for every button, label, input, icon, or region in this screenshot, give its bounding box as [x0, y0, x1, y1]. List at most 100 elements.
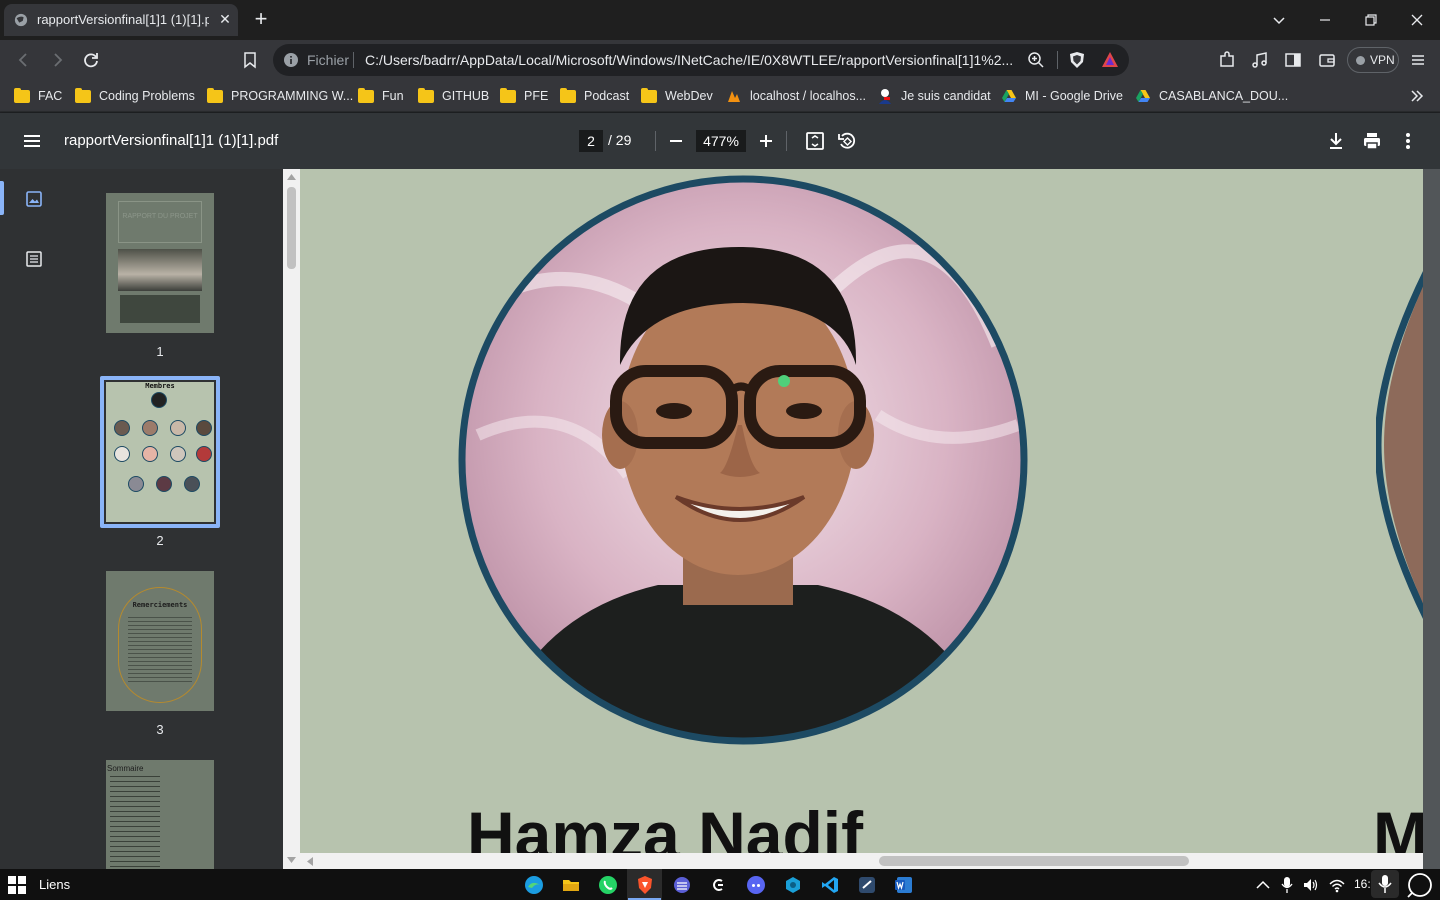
app-icon[interactable] — [672, 875, 692, 895]
restore-icon[interactable] — [1359, 8, 1383, 32]
file-explorer-icon[interactable] — [561, 875, 581, 895]
bookmark-label: Podcast — [584, 89, 630, 103]
close-icon[interactable]: ✕ — [216, 10, 234, 28]
brave-rewards-icon[interactable] — [1100, 50, 1120, 70]
rotate-icon[interactable] — [836, 130, 858, 152]
horizontal-scrollbar[interactable] — [300, 853, 1423, 869]
bookmarks-bar: FAC Coding Problems PROGRAMMING W... Fun… — [0, 80, 1440, 112]
bookmark-fun[interactable]: Fun — [358, 86, 404, 106]
wallet-icon[interactable] — [1315, 48, 1339, 72]
bookmark-icon[interactable] — [238, 48, 262, 72]
bookmark-github[interactable]: GITHUB — [418, 86, 489, 106]
volume-icon[interactable] — [1302, 876, 1320, 894]
url-text[interactable]: C:/Users/badrr/AppData/Local/Microsoft/W… — [365, 52, 1015, 68]
page-number-input[interactable]: 2 — [579, 130, 603, 152]
more-actions-icon[interactable] — [1397, 130, 1419, 152]
microphone-icon[interactable] — [1280, 876, 1294, 894]
brave-shield-icon[interactable] — [1067, 50, 1087, 70]
minimize-icon[interactable] — [1313, 8, 1337, 32]
bookmark-podcast[interactable]: Podcast — [560, 86, 629, 106]
page-thumbnail-2[interactable]: Membres — [106, 382, 214, 522]
vscode-icon[interactable] — [820, 875, 840, 895]
page-thumbnail-3[interactable]: Remerciements — [106, 571, 214, 711]
bookmark-label: MI - Google Drive — [1025, 89, 1123, 103]
new-tab-button[interactable]: + — [250, 8, 272, 30]
bookmark-label: Je suis candidat — [901, 89, 991, 103]
address-bar[interactable]: Fichier C:/Users/badrr/AppData/Local/Mic… — [273, 44, 1129, 76]
more-bookmarks-icon[interactable] — [1408, 88, 1426, 104]
zoom-level-input[interactable]: 477% — [696, 130, 746, 152]
print-icon[interactable] — [1361, 130, 1383, 152]
windows-taskbar: Liens 16: — [0, 869, 1440, 900]
zoom-out-icon[interactable] — [666, 131, 686, 151]
menu-icon[interactable] — [1406, 48, 1430, 72]
bookmark-google-drive[interactable]: MI - Google Drive — [1001, 86, 1123, 106]
member-photo — [458, 175, 1028, 745]
app-icon[interactable] — [857, 875, 877, 895]
thumbnail-title: Remerciements — [132, 601, 188, 609]
notifications-icon[interactable] — [1406, 871, 1434, 899]
bookmark-fac[interactable]: FAC — [14, 86, 62, 106]
thumbnail-text-lines — [110, 776, 160, 869]
thumbnail-image — [118, 249, 202, 291]
app-icon[interactable] — [709, 875, 729, 895]
tab-title: rapportVersionfinal[1]1 (1)[1].pdf — [37, 12, 209, 27]
chevron-down-icon[interactable] — [1267, 8, 1291, 32]
bookmark-pfe[interactable]: PFE — [500, 86, 548, 106]
bookmark-coding-problems[interactable]: Coding Problems — [75, 86, 195, 106]
thumbnail-page-number: 2 — [156, 533, 164, 548]
page-thumbnail-1[interactable]: RAPPORT DU PROJET — [106, 193, 214, 333]
hamburger-menu-icon[interactable] — [20, 129, 44, 153]
word-icon[interactable] — [894, 875, 914, 895]
bookmark-candidat[interactable]: Je suis candidat — [877, 86, 991, 106]
scroll-thumb[interactable] — [879, 856, 1189, 866]
vpn-button[interactable]: VPN — [1347, 47, 1399, 73]
vertical-scrollbar[interactable] — [283, 169, 300, 869]
vpn-status-icon — [1356, 56, 1365, 65]
back-icon[interactable] — [12, 48, 36, 72]
outline-icon[interactable] — [24, 249, 44, 269]
discord-icon[interactable] — [746, 875, 766, 895]
taskbar-search-label[interactable]: Liens — [39, 877, 70, 892]
music-icon[interactable] — [1248, 48, 1272, 72]
scroll-left-icon[interactable] — [306, 857, 313, 866]
google-drive-icon — [1002, 90, 1016, 102]
whatsapp-icon[interactable] — [598, 875, 618, 895]
scroll-down-icon[interactable] — [287, 857, 296, 864]
pdf-toolbar: rapportVersionfinal[1]1 (1)[1].pdf 2 / 2… — [0, 113, 1440, 169]
zoom-in-icon[interactable] — [756, 131, 776, 151]
app-icon[interactable] — [783, 875, 803, 895]
scroll-thumb[interactable] — [287, 187, 296, 269]
page-thumbnail-4[interactable]: Sommaire — [106, 760, 214, 869]
browser-tab[interactable]: rapportVersionfinal[1]1 (1)[1].pdf ✕ — [4, 4, 238, 36]
vpn-label: VPN — [1370, 53, 1395, 67]
forward-icon[interactable] — [45, 48, 69, 72]
thumbnails-icon[interactable] — [24, 189, 44, 209]
brave-icon[interactable] — [635, 875, 655, 895]
fit-page-icon[interactable] — [804, 130, 826, 152]
zoom-icon[interactable] — [1027, 51, 1045, 69]
next-member-photo — [1376, 271, 1423, 619]
bookmark-webdev[interactable]: WebDev — [641, 86, 713, 106]
folder-icon — [358, 87, 374, 103]
phpmyadmin-icon — [728, 91, 740, 102]
scroll-up-icon[interactable] — [287, 173, 296, 180]
chevron-up-icon[interactable] — [1255, 878, 1271, 892]
thumbnail-avatar — [170, 420, 186, 436]
close-window-icon[interactable] — [1405, 8, 1429, 32]
bookmark-localhost[interactable]: localhost / localhos... — [726, 86, 866, 106]
wifi-icon[interactable] — [1328, 876, 1346, 894]
taskbar-clock[interactable]: 16: — [1354, 877, 1371, 891]
extensions-icon[interactable] — [1215, 48, 1239, 72]
sidebar-toggle-icon[interactable] — [1281, 48, 1305, 72]
info-icon[interactable] — [283, 52, 299, 68]
windows-start-icon[interactable] — [8, 876, 26, 894]
divider — [1057, 51, 1058, 69]
voice-typing-button[interactable] — [1371, 870, 1399, 898]
bookmark-casablanca[interactable]: CASABLANCA_DOU... — [1135, 86, 1288, 106]
reload-icon[interactable] — [79, 48, 103, 72]
bookmark-programming[interactable]: PROGRAMMING W... — [207, 86, 353, 106]
edge-icon[interactable] — [524, 875, 544, 895]
next-member-name: M — [1373, 798, 1423, 854]
download-icon[interactable] — [1325, 130, 1347, 152]
